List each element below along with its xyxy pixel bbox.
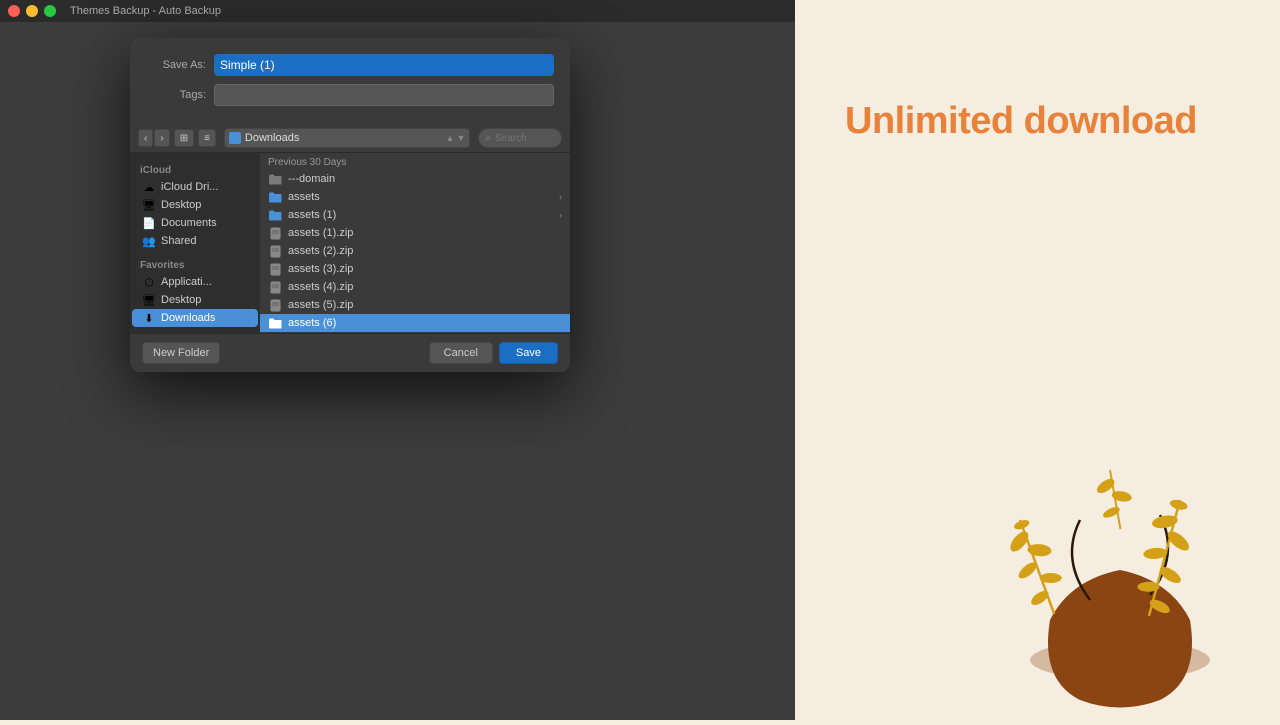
- right-panel: Unlimited download: [795, 0, 1280, 720]
- file-item-assets-1-folder[interactable]: assets (1) ›: [260, 206, 570, 224]
- shared-icon: 👥: [142, 234, 156, 248]
- window-title: Themes Backup - Auto Backup: [70, 5, 221, 17]
- file-name-assets: assets: [288, 191, 553, 203]
- sidebar-label-desktop-icloud: Desktop: [161, 199, 201, 211]
- file-item-assets[interactable]: assets ›: [260, 188, 570, 206]
- location-bar[interactable]: Downloads ▲ ▼: [224, 128, 470, 148]
- view-list-button[interactable]: ≡: [198, 129, 216, 147]
- new-folder-button[interactable]: New Folder: [142, 342, 220, 364]
- sidebar-item-desktop[interactable]: 🖥 Desktop: [132, 291, 258, 309]
- dialog-body: iCloud ☁ iCloud Dri... 🖥 Desktop 📄 Docum…: [130, 153, 570, 333]
- file-item-assets-2-zip[interactable]: assets (2).zip: [260, 242, 570, 260]
- folder-icon-selected: [268, 316, 282, 330]
- file-name-assets-3-zip: assets (3).zip: [288, 263, 562, 275]
- sidebar-label-shared: Shared: [161, 235, 196, 247]
- desktop-icon-1: 🖥: [142, 198, 156, 212]
- search-box[interactable]: ⌕: [478, 128, 562, 148]
- sidebar-label-documents: Documents: [161, 217, 217, 229]
- zip-file-icon-3: [268, 262, 282, 276]
- up-arrow: ▲: [446, 133, 455, 143]
- location-arrows: ▲ ▼: [446, 133, 466, 143]
- zip-file-icon-4: [268, 280, 282, 294]
- sidebar-label-downloads: Downloads: [161, 312, 215, 324]
- maximize-button[interactable]: [44, 5, 56, 17]
- nav-buttons: ‹ ›: [138, 129, 170, 147]
- view-grid-button[interactable]: ⊞: [174, 129, 194, 147]
- file-item-assets-4-zip[interactable]: assets (4).zip: [260, 278, 570, 296]
- sidebar-item-documents[interactable]: 📄 Documents: [132, 214, 258, 232]
- tags-row: Tags:: [146, 84, 554, 106]
- file-list: Previous 30 Days ---domain assets ›: [260, 153, 570, 333]
- forward-button[interactable]: ›: [154, 129, 169, 147]
- down-arrow: ▼: [456, 133, 465, 143]
- sidebar-label-applications: Applicati...: [161, 276, 212, 288]
- cancel-button[interactable]: Cancel: [429, 342, 493, 364]
- file-item-assets-1-zip[interactable]: assets (1).zip: [260, 224, 570, 242]
- favorites-header: Favorites: [130, 256, 260, 273]
- icloud-drive-icon: ☁: [142, 180, 156, 194]
- sidebar-item-applications[interactable]: ⬡ Applicati...: [132, 273, 258, 291]
- search-input[interactable]: [495, 133, 555, 144]
- sidebar-item-desktop-icloud[interactable]: 🖥 Desktop: [132, 196, 258, 214]
- minimize-button[interactable]: [26, 5, 38, 17]
- sidebar-label-desktop: Desktop: [161, 294, 201, 306]
- titlebar: Themes Backup - Auto Backup: [0, 0, 795, 22]
- footer-actions: Cancel Save: [429, 342, 558, 364]
- file-item-assets-3-zip[interactable]: assets (3).zip: [260, 260, 570, 278]
- chevron-right-icon: ›: [559, 192, 562, 202]
- save-as-label: Save As:: [146, 59, 206, 71]
- filelist-section-header: Previous 30 Days: [260, 153, 570, 170]
- dialog-header: Save As: Tags:: [130, 38, 570, 124]
- headline: Unlimited download: [845, 100, 1197, 143]
- documents-icon: 📄: [142, 216, 156, 230]
- chevron-right-icon-2: ›: [559, 210, 562, 220]
- zip-file-icon-5: [268, 298, 282, 312]
- chevron-right-icon-selected: ›: [559, 318, 562, 328]
- zip-file-icon-1: [268, 226, 282, 240]
- folder-icon: [268, 172, 282, 186]
- icloud-header: iCloud: [130, 161, 260, 178]
- save-as-input[interactable]: [214, 54, 554, 76]
- back-button[interactable]: ‹: [138, 129, 153, 147]
- applications-icon: ⬡: [142, 275, 156, 289]
- file-name-assets-6-folder: assets (6): [288, 317, 553, 329]
- sidebar-item-icloud-drive[interactable]: ☁ iCloud Dri...: [132, 178, 258, 196]
- file-item-assets-5-zip[interactable]: assets (5).zip: [260, 296, 570, 314]
- file-item-assets-6-folder[interactable]: assets (6) ›: [260, 314, 570, 332]
- decorative-illustration: [960, 440, 1280, 720]
- file-name-assets-2-zip: assets (2).zip: [288, 245, 562, 257]
- sidebar-label-icloud-drive: iCloud Dri...: [161, 181, 218, 193]
- sidebar: iCloud ☁ iCloud Dri... 🖥 Desktop 📄 Docum…: [130, 153, 260, 333]
- downloads-icon: ⬇: [142, 311, 156, 325]
- save-as-row: Save As:: [146, 54, 554, 76]
- location-text: Downloads: [245, 132, 442, 144]
- zip-file-icon-2: [268, 244, 282, 258]
- sidebar-item-shared[interactable]: 👥 Shared: [132, 232, 258, 250]
- dialog-toolbar: ‹ › ⊞ ≡ Downloads ▲ ▼ ⌕: [130, 124, 570, 153]
- tags-label: Tags:: [146, 89, 206, 101]
- location-folder-icon: [229, 132, 241, 144]
- file-item-domain[interactable]: ---domain: [260, 170, 570, 188]
- file-name-assets-1-zip: assets (1).zip: [288, 227, 562, 239]
- sidebar-item-downloads[interactable]: ⬇ Downloads: [132, 309, 258, 327]
- file-name-assets-4-zip: assets (4).zip: [288, 281, 562, 293]
- file-name-domain: ---domain: [288, 173, 562, 185]
- tags-input[interactable]: [214, 84, 554, 106]
- save-dialog: Save As: Tags: ‹ › ⊞ ≡ Downloads ▲ ▼ ⌕: [130, 38, 570, 372]
- dialog-footer: New Folder Cancel Save: [130, 333, 570, 372]
- file-name-assets-5-zip: assets (5).zip: [288, 299, 562, 311]
- close-button[interactable]: [8, 5, 20, 17]
- search-icon: ⌕: [485, 133, 491, 144]
- save-button[interactable]: Save: [499, 342, 558, 364]
- file-name-assets-1-folder: assets (1): [288, 209, 553, 221]
- desktop-icon-2: 🖥: [142, 293, 156, 307]
- folder-icon-2: [268, 190, 282, 204]
- folder-icon-3: [268, 208, 282, 222]
